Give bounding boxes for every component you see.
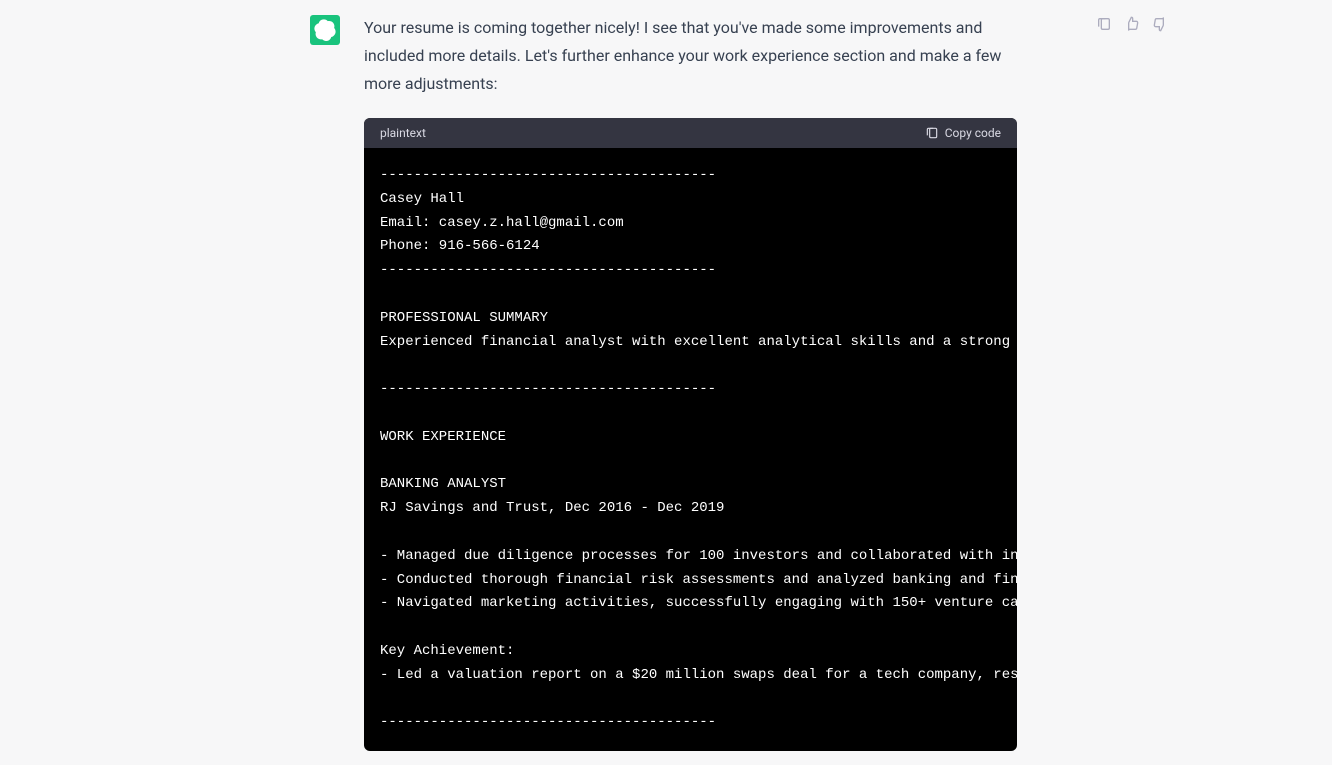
- code-content: ----------------------------------------…: [364, 148, 1017, 751]
- code-block: plaintext Copy code --------------------…: [364, 118, 1017, 751]
- assistant-avatar: [310, 15, 340, 45]
- assistant-message: Your resume is coming together nicely! I…: [310, 0, 1100, 765]
- code-text: ----------------------------------------…: [380, 164, 1001, 735]
- copy-code-button[interactable]: Copy code: [925, 126, 1001, 140]
- message-content: Your resume is coming together nicely! I…: [364, 14, 1100, 751]
- code-header: plaintext Copy code: [364, 118, 1017, 148]
- thumbs-up-button[interactable]: [1122, 14, 1142, 34]
- clipboard-icon: [1096, 16, 1112, 32]
- message-text: Your resume is coming together nicely! I…: [364, 14, 1004, 98]
- thumbs-up-icon: [1124, 16, 1140, 32]
- copy-message-button[interactable]: [1094, 14, 1114, 34]
- clipboard-icon: [925, 126, 939, 140]
- thumbs-down-button[interactable]: [1150, 14, 1170, 34]
- openai-logo-icon: [314, 19, 336, 41]
- copy-code-label: Copy code: [945, 126, 1001, 140]
- code-language-label: plaintext: [380, 126, 426, 140]
- message-actions: [1094, 14, 1170, 34]
- thumbs-down-icon: [1152, 16, 1168, 32]
